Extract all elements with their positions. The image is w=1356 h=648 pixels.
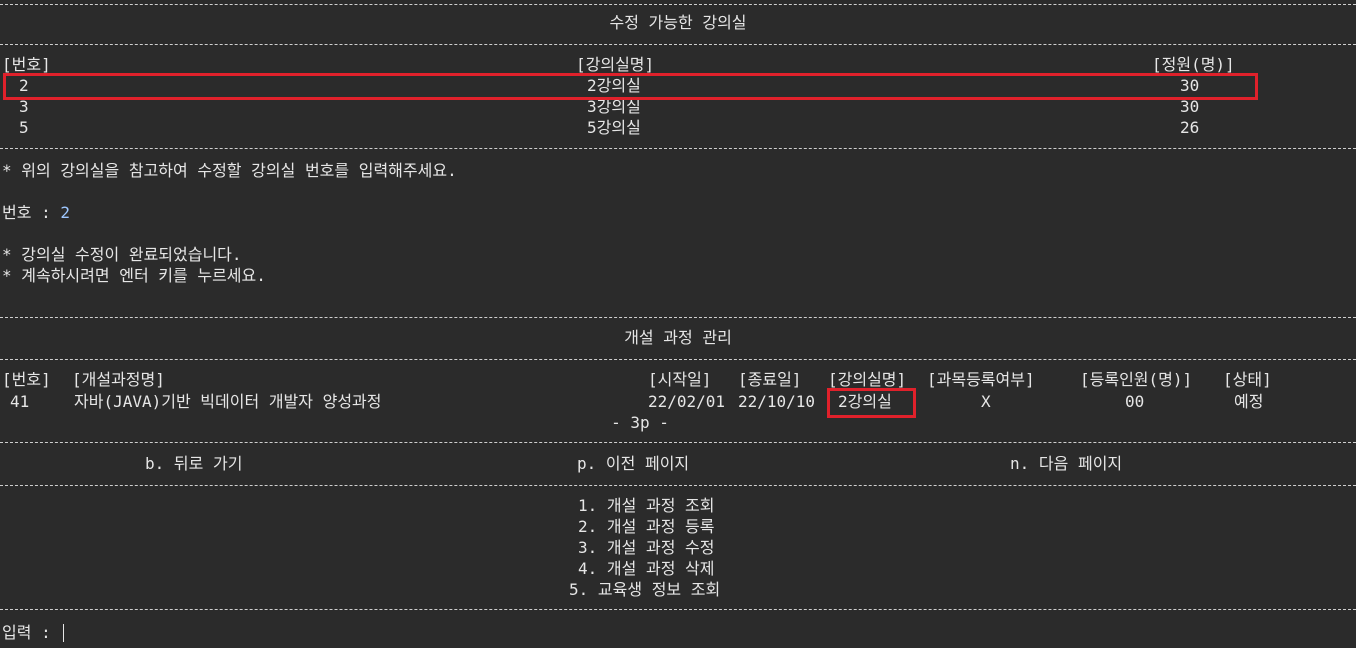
separator bbox=[0, 442, 1356, 443]
highlight-box-room-row bbox=[3, 73, 1258, 100]
done-message: * 강의실 수정이 완료되었습니다. bbox=[2, 245, 242, 264]
input-label: 입력 : bbox=[2, 623, 61, 642]
nav-back[interactable]: b. 뒤로 가기 bbox=[145, 454, 242, 474]
rooms-header-cap: [정원(명)] bbox=[1152, 55, 1235, 74]
course-reg: X bbox=[981, 392, 991, 411]
room-capacity: 26 bbox=[1180, 118, 1200, 137]
separator bbox=[0, 359, 1356, 360]
separator bbox=[0, 4, 1356, 5]
menu-item-view[interactable]: 1. 개설 과정 조회 bbox=[578, 496, 714, 516]
separator bbox=[0, 44, 1356, 45]
menu-item-student-info[interactable]: 5. 교육생 정보 조회 bbox=[569, 580, 720, 600]
course-header-reg: [과목등록여부] bbox=[927, 370, 1035, 389]
continue-message: * 계속하시려면 엔터 키를 누르세요. bbox=[2, 266, 266, 285]
separator bbox=[0, 148, 1356, 149]
input-cursor[interactable] bbox=[63, 624, 64, 642]
room-name: 5강의실 bbox=[587, 118, 641, 137]
courses-title: 개설 과정 관리 bbox=[624, 328, 732, 347]
course-start: 22/02/01 bbox=[648, 392, 726, 411]
prompt-value: 2 bbox=[60, 203, 70, 222]
course-no: 41 bbox=[10, 392, 30, 411]
menu-item-edit[interactable]: 3. 개설 과정 수정 bbox=[578, 538, 714, 558]
course-status: 예정 bbox=[1234, 392, 1264, 411]
course-name: 자바(JAVA)기반 빅데이터 개발자 양성과정 bbox=[74, 392, 382, 411]
nav-next[interactable]: n. 다음 페이지 bbox=[1010, 454, 1122, 474]
separator bbox=[0, 485, 1356, 486]
menu-item-delete[interactable]: 4. 개설 과정 삭제 bbox=[578, 559, 714, 579]
instruction-text: * 위의 강의실을 참고하여 수정할 강의실 번호를 입력해주세요. bbox=[2, 161, 457, 180]
page-indicator: - 3p - bbox=[611, 413, 669, 432]
course-header-count: [등록인원(명)] bbox=[1080, 370, 1193, 389]
course-header-room: [강의실명] bbox=[828, 370, 907, 389]
rooms-header-no: [번호] bbox=[2, 55, 51, 74]
course-header-start: [시작일] bbox=[648, 370, 712, 389]
nav-prev[interactable]: p. 이전 페이지 bbox=[577, 454, 689, 474]
rooms-header-name: [강의실명] bbox=[576, 55, 655, 74]
separator bbox=[0, 317, 1356, 318]
rooms-title: 수정 가능한 강의실 bbox=[609, 13, 747, 32]
course-end: 22/10/10 bbox=[738, 392, 816, 411]
prompt-label: 번호 : bbox=[2, 203, 61, 222]
room-number-prompt: 번호 : 2 bbox=[2, 203, 70, 223]
course-count: 00 bbox=[1125, 392, 1145, 411]
course-header-status: [상태] bbox=[1223, 370, 1272, 389]
room-name: 3강의실 bbox=[587, 97, 641, 116]
room-no: 5 bbox=[19, 118, 29, 137]
separator bbox=[0, 609, 1356, 610]
course-header-end: [종료일] bbox=[738, 370, 802, 389]
course-header-no: [번호] bbox=[2, 370, 51, 389]
menu-item-register[interactable]: 2. 개설 과정 등록 bbox=[578, 517, 714, 537]
course-header-name: [개설과정명] bbox=[72, 370, 165, 389]
room-no: 3 bbox=[19, 97, 29, 116]
room-capacity: 30 bbox=[1180, 97, 1200, 116]
